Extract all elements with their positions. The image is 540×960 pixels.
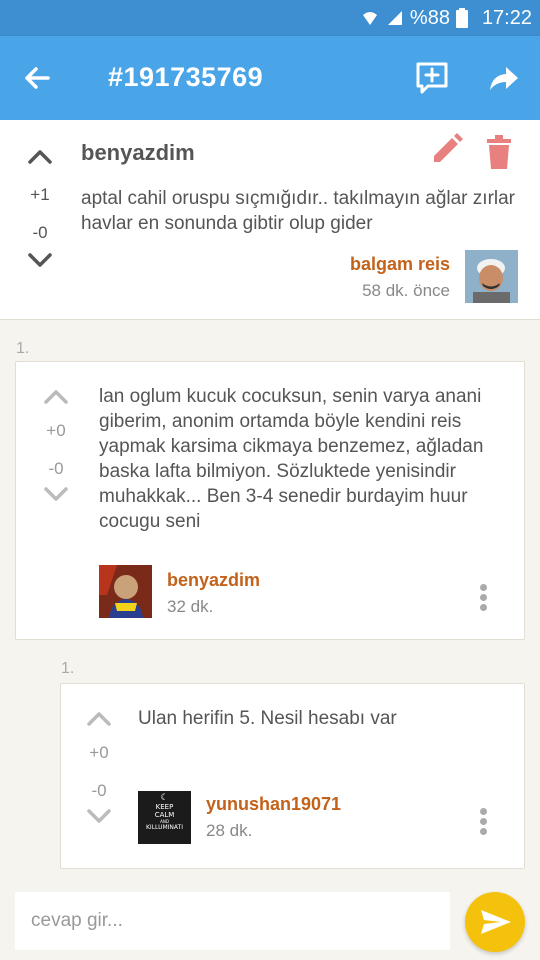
- comment-text: lan oglum kucuk cocuksun, senin varya an…: [99, 386, 484, 532]
- trash-icon: [487, 135, 511, 169]
- comment-author-avatar[interactable]: ☾ KEEP CALM AND KILLUMINATI: [138, 791, 191, 844]
- entry-time: 58 dk. önce: [362, 281, 450, 300]
- add-comment-icon: [416, 62, 448, 94]
- downvote-count: -0: [91, 781, 107, 800]
- entry-author[interactable]: balgam reis: [350, 254, 450, 275]
- delete-button[interactable]: [474, 128, 524, 176]
- upvote-count: +0: [89, 743, 109, 762]
- send-button[interactable]: [465, 892, 525, 952]
- comment-author[interactable]: benyazdim: [167, 570, 260, 591]
- comment-text: Ulan herifin 5. Nesil hesabı var: [138, 708, 397, 729]
- entry-card: +1 -0 benyazdim aptal cahil oruspu sıçmı…: [0, 120, 540, 320]
- comment-vote-column: +0 -0: [81, 708, 117, 832]
- comment-time: 28 dk.: [206, 821, 253, 840]
- status-time: 17:22: [481, 6, 532, 29]
- share-button[interactable]: [484, 58, 524, 98]
- avatar-moon-icon: ☾: [160, 793, 169, 803]
- downvote-icon[interactable]: [42, 485, 70, 505]
- comment-card: +0 -0 lan oglum kucuk cocuksun, senin va…: [15, 361, 525, 640]
- upvote-count: +0: [46, 421, 66, 440]
- back-button[interactable]: [18, 58, 58, 98]
- avatar-text-line: KEEP: [155, 803, 174, 811]
- avatar-text-line: CALM: [154, 811, 175, 819]
- comment-index: 1.: [16, 340, 30, 357]
- entry-title[interactable]: benyazdim: [81, 140, 195, 166]
- signal-icon: [387, 11, 402, 25]
- status-bar: %88 17:22: [0, 0, 540, 36]
- battery-percent: %88: [409, 6, 450, 29]
- comment-author-block: benyazdim 32 dk.: [167, 570, 260, 617]
- avatar-image: [465, 250, 518, 303]
- downvote-icon[interactable]: [85, 807, 113, 827]
- comment-author-block: yunushan19071 28 dk.: [206, 794, 341, 841]
- add-comment-button[interactable]: [412, 58, 452, 98]
- back-arrow-icon: [25, 67, 50, 89]
- downvote-icon[interactable]: [26, 251, 54, 271]
- upvote-count: +1: [30, 185, 50, 204]
- upvote-icon[interactable]: [85, 708, 113, 728]
- more-options-button[interactable]: [473, 582, 493, 616]
- entry-vote-column: +1 -0: [22, 146, 58, 276]
- avatar-text-line: KILLUMINATI: [146, 824, 183, 831]
- entry-author-avatar[interactable]: [465, 250, 518, 303]
- wifi-icon: [362, 12, 377, 25]
- comment-vote-column: +0 -0: [38, 386, 74, 510]
- status-icons: %88 17:22: [360, 0, 532, 36]
- entry-text: aptal cahil oruspu sıçmığıdır.. takılmay…: [81, 188, 516, 234]
- share-icon: [490, 67, 518, 90]
- comment-author[interactable]: yunushan19071: [206, 794, 341, 815]
- upvote-icon[interactable]: [26, 146, 54, 166]
- send-icon: [481, 910, 511, 934]
- downvote-count: -0: [48, 459, 64, 478]
- upvote-icon[interactable]: [42, 386, 70, 406]
- edit-button[interactable]: [420, 128, 472, 176]
- downvote-count: -0: [32, 223, 48, 242]
- entry-author-block: balgam reis 58 dk. önce: [350, 254, 450, 301]
- comment-index: 1.: [61, 660, 75, 677]
- page-title: #191735769: [108, 62, 264, 92]
- pencil-icon: [434, 133, 463, 162]
- comment-author-avatar[interactable]: [99, 565, 152, 618]
- more-options-button[interactable]: [473, 806, 493, 840]
- comment-card: +0 -0 Ulan herifin 5. Nesil hesabı var ☾…: [60, 683, 525, 869]
- app-bar: #191735769: [0, 36, 540, 120]
- battery-icon: [455, 8, 468, 28]
- avatar-image: [99, 565, 152, 618]
- reply-composer: [0, 884, 540, 960]
- reply-input[interactable]: [15, 892, 450, 950]
- comment-time: 32 dk.: [167, 597, 214, 616]
